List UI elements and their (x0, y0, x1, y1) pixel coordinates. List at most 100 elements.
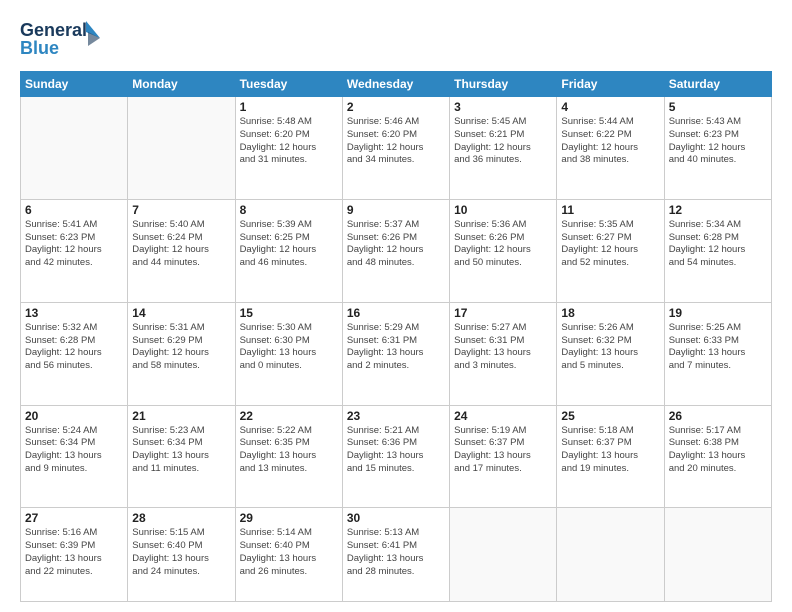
calendar-cell: 7 Sunrise: 5:40 AM Sunset: 6:24 PM Daylig… (128, 199, 235, 302)
day-info: Sunrise: 5:21 AM Sunset: 6:36 PM Dayligh… (347, 425, 445, 476)
day-number: 5 (669, 100, 767, 114)
day-info: Sunrise: 5:23 AM Sunset: 6:34 PM Dayligh… (132, 425, 230, 476)
day-info: Sunrise: 5:25 AM Sunset: 6:33 PM Dayligh… (669, 322, 767, 373)
day-number: 30 (347, 511, 445, 525)
calendar-cell: 5 Sunrise: 5:43 AM Sunset: 6:23 PM Daylig… (664, 97, 771, 200)
day-of-week-header: Thursday (450, 72, 557, 97)
calendar-cell: 16 Sunrise: 5:29 AM Sunset: 6:31 PM Dayli… (342, 302, 449, 405)
day-info: Sunrise: 5:14 AM Sunset: 6:40 PM Dayligh… (240, 527, 338, 578)
calendar-cell: 10 Sunrise: 5:36 AM Sunset: 6:26 PM Dayli… (450, 199, 557, 302)
day-of-week-header: Monday (128, 72, 235, 97)
calendar-cell: 21 Sunrise: 5:23 AM Sunset: 6:34 PM Dayli… (128, 405, 235, 508)
day-info: Sunrise: 5:37 AM Sunset: 6:26 PM Dayligh… (347, 219, 445, 270)
calendar-cell: 28 Sunrise: 5:15 AM Sunset: 6:40 PM Dayli… (128, 508, 235, 602)
day-number: 25 (561, 409, 659, 423)
day-number: 27 (25, 511, 123, 525)
day-info: Sunrise: 5:40 AM Sunset: 6:24 PM Dayligh… (132, 219, 230, 270)
day-of-week-header: Saturday (664, 72, 771, 97)
day-info: Sunrise: 5:45 AM Sunset: 6:21 PM Dayligh… (454, 116, 552, 167)
day-info: Sunrise: 5:48 AM Sunset: 6:20 PM Dayligh… (240, 116, 338, 167)
day-number: 12 (669, 203, 767, 217)
day-number: 14 (132, 306, 230, 320)
day-info: Sunrise: 5:16 AM Sunset: 6:39 PM Dayligh… (25, 527, 123, 578)
calendar-cell: 19 Sunrise: 5:25 AM Sunset: 6:33 PM Dayli… (664, 302, 771, 405)
day-info: Sunrise: 5:34 AM Sunset: 6:28 PM Dayligh… (669, 219, 767, 270)
day-number: 21 (132, 409, 230, 423)
calendar-cell: 6 Sunrise: 5:41 AM Sunset: 6:23 PM Daylig… (21, 199, 128, 302)
calendar-cell: 22Sunrise: 5:22 AM Sunset: 6:35 PM Dayli… (235, 405, 342, 508)
calendar-cell: 18 Sunrise: 5:26 AM Sunset: 6:32 PM Dayli… (557, 302, 664, 405)
day-number: 18 (561, 306, 659, 320)
calendar-cell: 26 Sunrise: 5:17 AM Sunset: 6:38 PM Dayli… (664, 405, 771, 508)
svg-text:Blue: Blue (20, 38, 59, 58)
day-number: 24 (454, 409, 552, 423)
svg-text:General: General (20, 20, 87, 40)
day-info: Sunrise: 5:29 AM Sunset: 6:31 PM Dayligh… (347, 322, 445, 373)
day-info: Sunrise: 5:43 AM Sunset: 6:23 PM Dayligh… (669, 116, 767, 167)
day-info: Sunrise: 5:15 AM Sunset: 6:40 PM Dayligh… (132, 527, 230, 578)
day-number: 20 (25, 409, 123, 423)
day-info: Sunrise: 5:41 AM Sunset: 6:23 PM Dayligh… (25, 219, 123, 270)
day-number: 13 (25, 306, 123, 320)
day-number: 22 (240, 409, 338, 423)
calendar-header-row: SundayMondayTuesdayWednesdayThursdayFrid… (21, 72, 772, 97)
day-of-week-header: Sunday (21, 72, 128, 97)
day-number: 28 (132, 511, 230, 525)
calendar-cell: 23 Sunrise: 5:21 AM Sunset: 6:36 PM Dayli… (342, 405, 449, 508)
calendar-cell: 20 Sunrise: 5:24 AM Sunset: 6:34 PM Dayli… (21, 405, 128, 508)
day-of-week-header: Tuesday (235, 72, 342, 97)
day-info: Sunrise: 5:35 AM Sunset: 6:27 PM Dayligh… (561, 219, 659, 270)
day-of-week-header: Wednesday (342, 72, 449, 97)
day-number: 1 (240, 100, 338, 114)
calendar-cell: 14 Sunrise: 5:31 AM Sunset: 6:29 PM Dayli… (128, 302, 235, 405)
calendar-cell: 30 Sunrise: 5:13 AM Sunset: 6:41 PM Dayli… (342, 508, 449, 602)
day-number: 29 (240, 511, 338, 525)
day-info: Sunrise: 5:36 AM Sunset: 6:26 PM Dayligh… (454, 219, 552, 270)
calendar-cell (450, 508, 557, 602)
day-info: Sunrise: 5:13 AM Sunset: 6:41 PM Dayligh… (347, 527, 445, 578)
day-info: Sunrise: 5:19 AM Sunset: 6:37 PM Dayligh… (454, 425, 552, 476)
day-number: 3 (454, 100, 552, 114)
day-info: Sunrise: 5:17 AM Sunset: 6:38 PM Dayligh… (669, 425, 767, 476)
calendar-cell: 15 Sunrise: 5:30 AM Sunset: 6:30 PM Dayli… (235, 302, 342, 405)
calendar-cell: 3 Sunrise: 5:45 AM Sunset: 6:21 PM Daylig… (450, 97, 557, 200)
logo-svg: GeneralBlue (20, 16, 100, 61)
calendar-cell: 12 Sunrise: 5:34 AM Sunset: 6:28 PM Dayli… (664, 199, 771, 302)
day-number: 17 (454, 306, 552, 320)
day-number: 26 (669, 409, 767, 423)
day-info: Sunrise: 5:31 AM Sunset: 6:29 PM Dayligh… (132, 322, 230, 373)
calendar-cell: 4Sunrise: 5:44 AM Sunset: 6:22 PM Daylig… (557, 97, 664, 200)
day-number: 19 (669, 306, 767, 320)
day-info: Sunrise: 5:26 AM Sunset: 6:32 PM Dayligh… (561, 322, 659, 373)
day-number: 23 (347, 409, 445, 423)
day-number: 10 (454, 203, 552, 217)
day-info: Sunrise: 5:24 AM Sunset: 6:34 PM Dayligh… (25, 425, 123, 476)
day-of-week-header: Friday (557, 72, 664, 97)
calendar-cell: 13Sunrise: 5:32 AM Sunset: 6:28 PM Dayli… (21, 302, 128, 405)
calendar-cell: 17 Sunrise: 5:27 AM Sunset: 6:31 PM Dayli… (450, 302, 557, 405)
day-number: 7 (132, 203, 230, 217)
day-number: 2 (347, 100, 445, 114)
calendar-cell: 11Sunrise: 5:35 AM Sunset: 6:27 PM Dayli… (557, 199, 664, 302)
day-number: 16 (347, 306, 445, 320)
day-number: 8 (240, 203, 338, 217)
day-info: Sunrise: 5:30 AM Sunset: 6:30 PM Dayligh… (240, 322, 338, 373)
day-number: 4 (561, 100, 659, 114)
calendar-cell: 25 Sunrise: 5:18 AM Sunset: 6:37 PM Dayli… (557, 405, 664, 508)
day-info: Sunrise: 5:27 AM Sunset: 6:31 PM Dayligh… (454, 322, 552, 373)
calendar-cell (664, 508, 771, 602)
calendar-cell (557, 508, 664, 602)
calendar-cell (21, 97, 128, 200)
calendar-cell (128, 97, 235, 200)
calendar-cell: 1 Sunrise: 5:48 AM Sunset: 6:20 PM Daylig… (235, 97, 342, 200)
day-number: 6 (25, 203, 123, 217)
calendar-cell: 8Sunrise: 5:39 AM Sunset: 6:25 PM Daylig… (235, 199, 342, 302)
calendar-cell: 2Sunrise: 5:46 AM Sunset: 6:20 PM Daylig… (342, 97, 449, 200)
day-info: Sunrise: 5:18 AM Sunset: 6:37 PM Dayligh… (561, 425, 659, 476)
day-number: 15 (240, 306, 338, 320)
calendar-table: SundayMondayTuesdayWednesdayThursdayFrid… (20, 71, 772, 602)
calendar-cell: 29 Sunrise: 5:14 AM Sunset: 6:40 PM Dayli… (235, 508, 342, 602)
logo: GeneralBlue (20, 16, 100, 61)
calendar-cell: 24 Sunrise: 5:19 AM Sunset: 6:37 PM Dayli… (450, 405, 557, 508)
calendar-cell: 9Sunrise: 5:37 AM Sunset: 6:26 PM Daylig… (342, 199, 449, 302)
